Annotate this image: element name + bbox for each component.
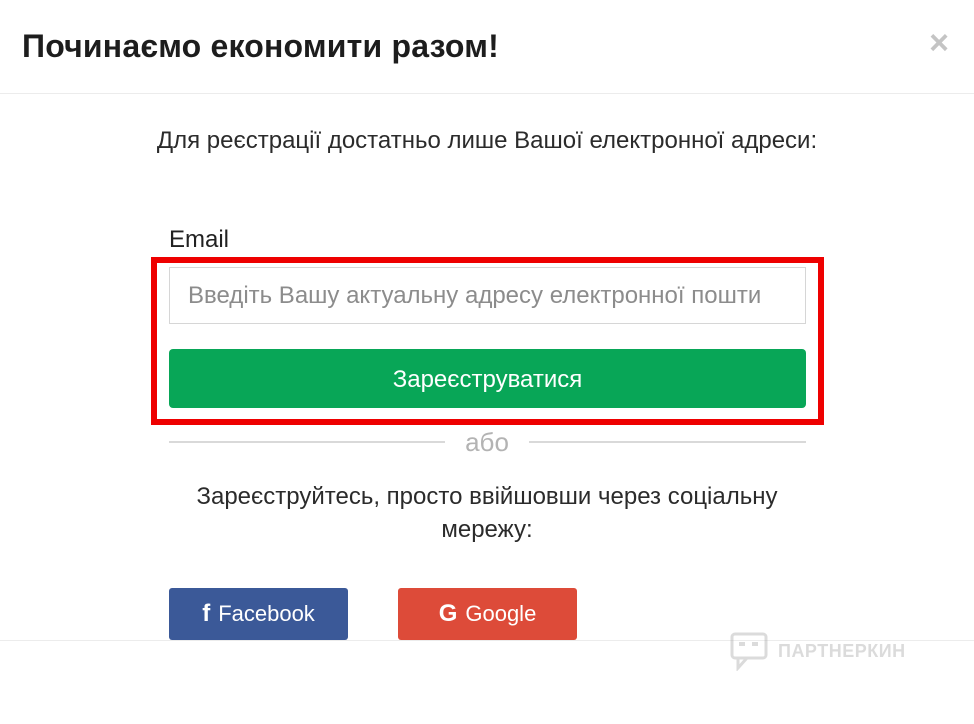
google-button-label: Google bbox=[465, 601, 537, 626]
google-button[interactable]: G Google bbox=[398, 588, 577, 640]
divider-line-left bbox=[169, 441, 445, 443]
register-button[interactable]: Зареєструватися bbox=[169, 349, 806, 408]
google-icon: G bbox=[438, 600, 458, 627]
intro-text: Для реєстрації достатньо лише Вашої елек… bbox=[156, 127, 818, 154]
modal-header: Починаємо економити разом! × bbox=[0, 0, 974, 94]
watermark: ПАРТНЕРКИН bbox=[730, 631, 906, 671]
facebook-button[interactable]: f Facebook bbox=[169, 588, 348, 640]
chat-bubble-icon bbox=[730, 632, 768, 671]
facebook-icon: f bbox=[202, 600, 211, 627]
facebook-button-label: Facebook bbox=[218, 601, 315, 626]
email-label: Email bbox=[169, 226, 230, 253]
divider-text: або bbox=[465, 427, 509, 457]
email-input[interactable] bbox=[169, 267, 806, 324]
signup-modal: Починаємо економити разом! × Для реєстра… bbox=[0, 0, 974, 724]
watermark-text: ПАРТНЕРКИН bbox=[778, 640, 906, 661]
divider-line-right bbox=[529, 441, 806, 443]
social-prompt: Зареєструйтесь, просто ввійшовши через с… bbox=[196, 483, 778, 543]
close-icon[interactable]: × bbox=[924, 26, 954, 60]
modal-title: Починаємо економити разом! bbox=[22, 28, 499, 64]
